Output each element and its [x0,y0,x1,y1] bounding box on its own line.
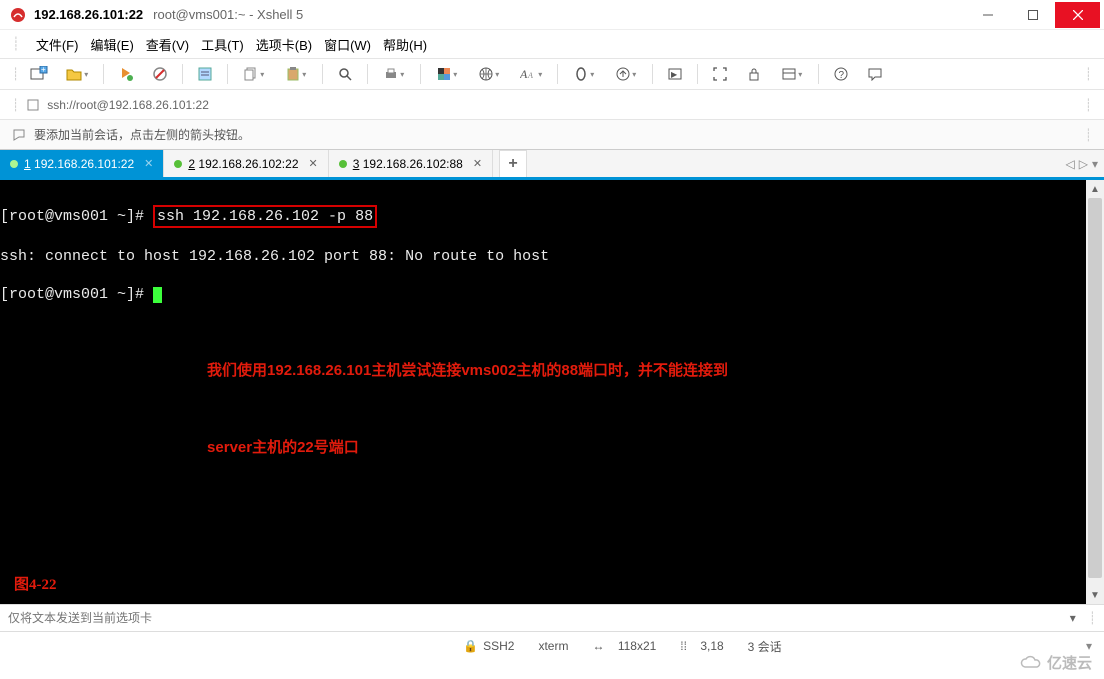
tab-add-button[interactable]: + [499,150,527,177]
paste-button[interactable]: ▾ [278,61,314,87]
session-mgr-button[interactable]: ▾ [774,61,810,87]
font-button[interactable]: AA▾ [513,61,549,87]
properties-button[interactable] [191,61,219,87]
status-dot-icon [339,160,347,168]
title-bar: 192.168.26.101:22 root@vms001:~ - Xshell… [0,0,1104,30]
toolbar: ┊ + ▾ ▾ ▾ ▾ ▾ ▾ AA▾ ▾ ▾ ▶ ▾ ? ┊ [0,58,1104,90]
tab-nav: ◁ ▷ ▾ [1066,150,1099,177]
lock-button[interactable] [740,61,768,87]
help-button[interactable]: ? [827,61,855,87]
copy-button[interactable]: ▾ [236,61,272,87]
reconnect-button[interactable] [112,61,140,87]
watermark: 亿速云 [1019,652,1092,673]
cloud-icon [1019,655,1043,671]
open-session-button[interactable]: ▾ [59,61,95,87]
status-sessions: 3 会话 [748,638,782,655]
scroll-up-icon[interactable]: ▲ [1086,180,1104,198]
cursor-pos-icon: ⁞⁞ [680,639,687,653]
annotation-line-2: server主机的22号端口 [207,439,359,456]
figure-label: 图4-22 [14,573,57,594]
status-bar: 🔒SSH2 xterm ↔ 118x21 ⁞⁞ 3,18 3 会话 ▾ [0,632,1104,660]
menu-tab[interactable]: 选项卡(B) [256,35,312,54]
address-bar: ┊ ssh://root@192.168.26.101:22 ┊ [0,90,1104,120]
color-button[interactable]: ▾ [429,61,465,87]
terminal-area: [root@vms001 ~]# ssh 192.168.26.102 -p 8… [0,180,1104,604]
svg-text:?: ? [839,70,845,81]
compose-input[interactable] [8,611,1063,625]
status-dot-icon [174,160,182,168]
svg-text:A: A [527,71,533,80]
tab-strip: 1 192.168.26.101:22 ✕ 2 192.168.26.102:2… [0,150,1104,180]
menu-window[interactable]: 窗口(W) [324,35,371,54]
close-button[interactable] [1055,2,1100,28]
fullscreen-button[interactable] [706,61,734,87]
tab-close-icon[interactable]: ✕ [473,157,482,170]
chevron-down-icon[interactable]: ▾ [1086,639,1092,653]
transfer-button[interactable]: ▾ [608,61,644,87]
tab-prev-icon[interactable]: ◁ [1066,157,1075,171]
address-url[interactable]: ssh://root@192.168.26.101:22 [47,98,1077,112]
menu-file[interactable]: 文件(F) [36,35,79,54]
annotation-line-1: 我们使用192.168.26.101主机尝试连接vms002主机的88端口时，并… [207,362,728,379]
maximize-button[interactable] [1010,2,1055,28]
tab-close-icon[interactable]: ✕ [309,157,318,170]
tab-close-icon[interactable]: ✕ [144,157,153,170]
status-term: xterm [538,639,568,653]
script-button[interactable]: ▶ [661,61,689,87]
title-rest: root@vms001:~ - Xshell 5 [153,7,303,22]
status-size: ↔ 118x21 [592,639,656,653]
terminal-scrollbar[interactable]: ▲ ▼ [1086,180,1104,604]
terminal-cursor [153,287,162,303]
chat-button[interactable] [861,61,889,87]
compose-bar: ▾ ┊ [0,604,1104,632]
new-session-button[interactable]: + [25,61,53,87]
tab-list-icon[interactable]: ▾ [1092,157,1098,171]
svg-text:A: A [520,67,528,81]
resize-icon: ↔ [592,639,604,653]
menu-bar: ┊ 文件(F) 编辑(E) 查看(V) 工具(T) 选项卡(B) 窗口(W) 帮… [0,30,1104,58]
encoding-button[interactable]: ▾ [471,61,507,87]
find-button[interactable] [331,61,359,87]
menu-help[interactable]: 帮助(H) [383,35,427,54]
disconnect-button[interactable] [146,61,174,87]
session-icon [27,99,39,111]
tab-3[interactable]: 3 192.168.26.102:88 ✕ [329,150,493,177]
tunnel-button[interactable]: ▾ [566,61,602,87]
info-text: 要添加当前会话，点击左侧的箭头按钮。 [34,126,250,143]
terminal[interactable]: [root@vms001 ~]# ssh 192.168.26.102 -p 8… [0,180,1086,604]
scroll-down-icon[interactable]: ▼ [1086,586,1104,604]
tab-next-icon[interactable]: ▷ [1079,157,1088,171]
status-protocol: 🔒SSH2 [463,639,514,653]
status-pos: ⁞⁞ 3,18 [680,639,723,653]
app-icon [10,7,26,23]
title-host: 192.168.26.101:22 [34,7,143,22]
arrow-add-icon[interactable] [12,128,26,142]
scroll-thumb[interactable] [1088,198,1102,578]
tab-1[interactable]: 1 192.168.26.101:22 ✕ [0,150,164,177]
info-bar: 要添加当前会话，点击左侧的箭头按钮。 ┊ [0,120,1104,150]
compose-target-dropdown[interactable]: ▾ [1063,608,1083,628]
tab-2[interactable]: 2 192.168.26.102:22 ✕ [164,150,328,177]
svg-text:+: + [41,66,46,74]
status-dot-icon [10,160,18,168]
svg-text:▶: ▶ [671,70,678,79]
minimize-button[interactable] [965,2,1010,28]
print-button[interactable]: ▾ [376,61,412,87]
menu-edit[interactable]: 编辑(E) [90,35,133,54]
menu-tool[interactable]: 工具(T) [201,35,244,54]
menu-view[interactable]: 查看(V) [146,35,189,54]
lock-icon: 🔒 [463,639,478,653]
highlighted-command: ssh 192.168.26.102 -p 88 [153,205,377,228]
